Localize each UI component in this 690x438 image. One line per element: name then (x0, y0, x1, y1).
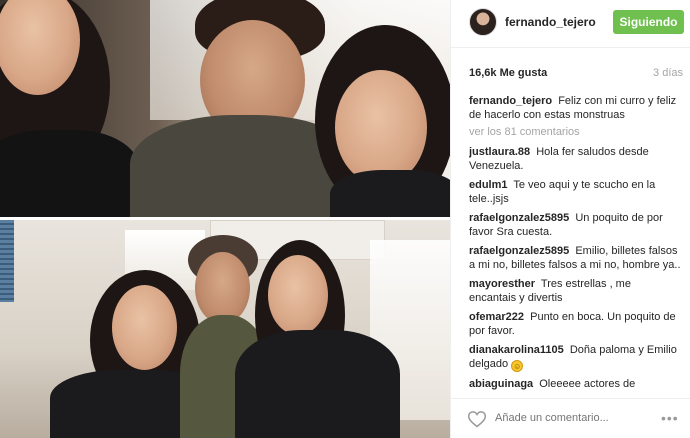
post-caption: fernando_tejero Feliz con mi curro y fel… (469, 94, 681, 122)
following-button[interactable]: Siguiendo (613, 10, 684, 34)
view-all-comments-link[interactable]: ver los 81 comentarios (469, 125, 681, 139)
comment-bar: ••• (451, 398, 690, 438)
smiling-emoji-icon: ☺ (511, 360, 524, 372)
post-photo[interactable] (0, 0, 450, 438)
avatar[interactable] (469, 8, 497, 36)
comment-item: rafaelgonzalez5895 Emilio, billetes fals… (469, 244, 681, 272)
comment-item: edulm1 Te veo aqui y te scucho en la tel… (469, 178, 681, 206)
post-username[interactable]: fernando_tejero (505, 15, 596, 29)
post-time-ago[interactable]: 3 días (653, 67, 683, 79)
photo-top-panel (0, 0, 450, 217)
comment-item: abiaguinaga Oleeeee actores de (469, 377, 681, 391)
caption-username[interactable]: fernando_tejero (469, 95, 552, 107)
comments-list[interactable]: fernando_tejero Feliz con mi curro y fel… (469, 94, 681, 394)
comment-username[interactable]: justlaura.88 (469, 146, 530, 158)
comment-item: justlaura.88 Hola fer saludos desde Vene… (469, 145, 681, 173)
post-stats: 16,6k Me gusta 3 días (451, 60, 690, 84)
comment-username[interactable]: edulm1 (469, 179, 508, 191)
more-options-icon[interactable]: ••• (661, 410, 679, 426)
comment-item: dianakarolina1105 Doña paloma y Emilio d… (469, 343, 681, 372)
comment-username[interactable]: rafaelgonzalez5895 (469, 212, 569, 224)
comment-text: Oleeeee actores de (539, 378, 636, 390)
comment-item: mayoresther Tres estrellas , me encantai… (469, 277, 681, 305)
comment-username[interactable]: abiaguinaga (469, 378, 533, 390)
comment-item: ofemar222 Punto en boca. Un poquito de p… (469, 310, 681, 338)
post-details-panel: fernando_tejero Siguiendo 16,6k Me gusta… (450, 0, 690, 438)
post-header: fernando_tejero Siguiendo (451, 0, 690, 48)
photo-bottom-panel (0, 220, 450, 438)
comment-input[interactable] (495, 412, 645, 424)
comment-username[interactable]: dianakarolina1105 (469, 344, 564, 356)
likes-count[interactable]: 16,6k Me gusta (469, 67, 547, 79)
comment-username[interactable]: ofemar222 (469, 311, 524, 323)
comment-username[interactable]: rafaelgonzalez5895 (469, 245, 569, 257)
comment-item: rafaelgonzalez5895 Un poquito de por fav… (469, 211, 681, 239)
heart-icon[interactable] (467, 409, 487, 429)
comment-username[interactable]: mayoresther (469, 278, 535, 290)
